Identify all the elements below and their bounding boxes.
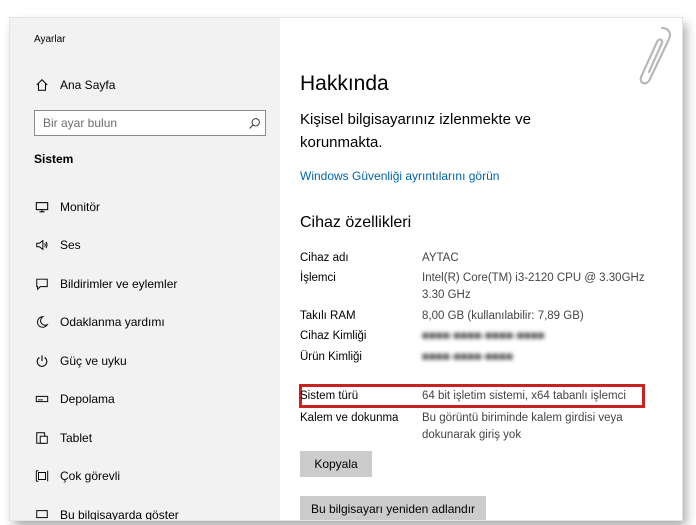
windows-security-link[interactable]: Windows Güvenliği ayrıntılarını görün — [300, 169, 499, 183]
spec-row-product-id: Ürün Kimliği ■■■■-■■■■-■■■■ — [300, 349, 660, 366]
sidebar-item-sound[interactable]: Ses — [34, 234, 81, 256]
search-icon[interactable] — [243, 117, 265, 130]
moon-icon — [34, 314, 50, 330]
speaker-icon — [34, 237, 50, 253]
spec-value: 8,00 GB (kullanılabilir: 7,89 GB) — [422, 310, 584, 322]
spec-value: Intel(R) Core(TM) i3-2120 CPU @ 3.30GHz … — [422, 272, 645, 301]
sidebar-item-label: Güç ve uyku — [60, 354, 127, 368]
search-input[interactable] — [35, 111, 243, 135]
storage-icon — [34, 391, 50, 407]
screenshot-frame: Ayarlar Ana Sayfa Sistem Monitör Ses — [10, 18, 682, 520]
main-content: Hakkında Kişisel bilgisayarınız izlenmek… — [299, 18, 670, 520]
sidebar-item-label: Ses — [60, 238, 81, 252]
spec-value: Bu görüntü biriminde kalem girdisi veya … — [422, 412, 623, 441]
sidebar-item-notifications[interactable]: Bildirimler ve eylemler — [34, 273, 177, 295]
tablet-icon — [34, 430, 50, 446]
spec-value-redacted: ■■■■-■■■■-■■■■-■■■■ — [422, 330, 545, 342]
spec-key: Cihaz adı — [300, 252, 349, 264]
sidebar-item-multitasking[interactable]: Çok görevli — [34, 465, 120, 487]
security-status-text: Kişisel bilgisayarınız izlenmekte ve kor… — [300, 111, 531, 151]
spec-row-device-id: Cihaz Kimliği ■■■■-■■■■-■■■■-■■■■ — [300, 328, 660, 345]
spec-key: Cihaz Kimliği — [300, 330, 367, 342]
sidebar-item-label: Bildirimler ve eylemler — [60, 277, 178, 291]
power-icon — [34, 353, 50, 369]
copy-button[interactable]: Kopyala — [300, 451, 372, 477]
sidebar-item-focus-assist[interactable]: Odaklanma yardımı — [34, 311, 165, 333]
sidebar-item-label: Bu bilgisayarda göster — [60, 508, 179, 520]
home-icon — [34, 77, 50, 93]
sidebar-item-label: Tablet — [60, 431, 93, 445]
spec-row-system-type: Sistem türü 64 bit işletim sistemi, x64 … — [300, 388, 660, 405]
sidebar-item-monitor[interactable]: Monitör — [34, 196, 100, 218]
spec-value: 64 bit işletim sistemi, x64 tabanlı işle… — [422, 390, 626, 402]
page-title: Hakkında — [300, 72, 389, 95]
sidebar-item-label: Depolama — [60, 392, 115, 406]
sidebar-item-label: Monitör — [60, 200, 101, 214]
sidebar-section-title: Sistem — [34, 152, 74, 166]
spec-row-ram: Takılı RAM 8,00 GB (kullanılabilir: 7,89… — [300, 308, 660, 325]
device-specs-title: Cihaz özellikleri — [300, 214, 412, 231]
home-label: Ana Sayfa — [60, 78, 116, 92]
spec-key: Ürün Kimliği — [300, 351, 362, 363]
project-icon — [34, 507, 50, 520]
sidebar-item-label: Çok görevli — [60, 469, 121, 483]
spec-key: Kalem ve dokunma — [300, 412, 399, 424]
sidebar-item-tablet[interactable]: Tablet — [34, 427, 92, 449]
notification-icon — [34, 276, 50, 292]
monitor-icon — [34, 199, 50, 215]
sidebar-item-power[interactable]: Güç ve uyku — [34, 350, 127, 372]
spec-key: Sistem türü — [300, 390, 359, 402]
multitasking-icon — [34, 468, 50, 484]
sidebar-item-label: Odaklanma yardımı — [60, 315, 165, 329]
spec-key: Takılı RAM — [300, 310, 356, 322]
spec-row-device-name: Cihaz adı AYTAC — [300, 250, 660, 267]
paperclip-icon — [639, 26, 672, 85]
spec-key: İşlemci — [300, 272, 336, 284]
spec-row-pen-touch: Kalem ve dokunma Bu görüntü biriminde ka… — [300, 410, 660, 444]
spec-row-processor: İşlemci Intel(R) Core(TM) i3-2120 CPU @ … — [300, 270, 660, 304]
spec-value: AYTAC — [422, 252, 459, 264]
sidebar-item-home[interactable]: Ana Sayfa — [34, 74, 115, 96]
search-box[interactable] — [34, 110, 266, 136]
sidebar-item-storage[interactable]: Depolama — [34, 388, 115, 410]
sidebar: Ayarlar Ana Sayfa Sistem Monitör Ses — [10, 18, 280, 520]
window-title: Ayarlar — [34, 34, 66, 45]
rename-pc-button[interactable]: Bu bilgisayarı yeniden adlandır — [300, 496, 486, 520]
sidebar-item-project[interactable]: Bu bilgisayarda göster — [34, 504, 179, 520]
spec-value-redacted: ■■■■-■■■■-■■■■ — [422, 351, 514, 363]
